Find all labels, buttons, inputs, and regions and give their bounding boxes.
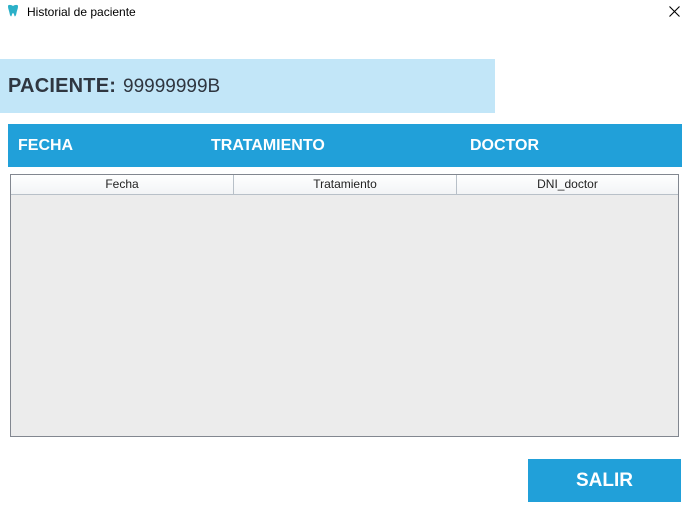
history-table[interactable]: Fecha Tratamiento DNI_doctor — [10, 174, 679, 437]
header-fecha: FECHA — [18, 137, 74, 154]
tooth-icon — [6, 4, 20, 18]
patient-id-value: 99999999B — [123, 76, 221, 97]
header-tratamiento: TRATAMIENTO — [211, 137, 325, 154]
column-header-tratamiento[interactable]: Tratamiento — [234, 175, 457, 195]
column-header-fecha[interactable]: Fecha — [11, 175, 234, 195]
history-window: Historial de paciente PACIENTE: 99999999… — [0, 0, 689, 518]
table-body[interactable] — [11, 195, 678, 436]
window-title: Historial de paciente — [27, 5, 136, 19]
patient-label: PACIENTE: — [8, 75, 117, 97]
header-doctor: DOCTOR — [470, 137, 540, 154]
title-bar: Historial de paciente — [0, 0, 689, 24]
close-icon — [669, 6, 680, 17]
section-header: FECHA TRATAMIENTO DOCTOR — [8, 124, 682, 167]
table-header: Fecha Tratamiento DNI_doctor — [11, 175, 678, 195]
exit-button[interactable]: SALIR — [528, 459, 681, 502]
close-button[interactable] — [660, 0, 688, 24]
column-header-dni-doctor[interactable]: DNI_doctor — [457, 175, 678, 195]
patient-panel: PACIENTE: 99999999B — [0, 59, 495, 113]
